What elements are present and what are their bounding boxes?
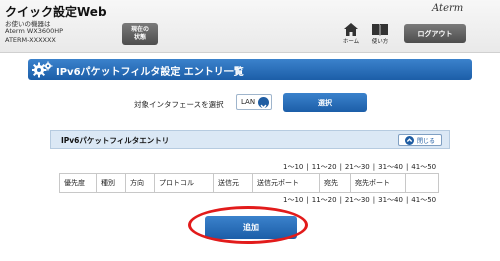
pagination-bottom: 1～10 | 11～20 | 21～30 | 31～40 | 41～50 [283,196,437,204]
current-status-button[interactable]: 現在の 状態 [122,23,158,45]
page-link[interactable]: 41～50 [411,163,436,171]
entry-panel-header: IPv6パケットフィルタエントリ [50,130,450,149]
column-header: 優先度 [59,173,97,193]
help-nav[interactable]: 使い方 [367,23,393,47]
device-name: ATERM-XXXXXX [5,36,56,44]
page-link[interactable]: 1～10 [283,196,303,204]
entry-panel-title: IPv6パケットフィルタエントリ [61,136,170,145]
page-title: IPv6パケットフィルタ設定 エントリ一覧 [56,67,244,78]
select-button[interactable]: 選択 [283,93,367,112]
column-header: 方向 [125,173,155,193]
column-header: 種別 [96,173,126,193]
page-link[interactable]: 11～20 [312,196,337,204]
page-link[interactable]: 21～30 [345,163,370,171]
page-link[interactable]: 41～50 [411,196,436,204]
help-label: 使い方 [371,39,389,45]
chevron-up-icon [404,135,414,145]
book-icon [372,24,388,36]
page-link[interactable]: 31～40 [378,196,403,204]
page-link[interactable]: 31～40 [378,163,403,171]
column-header [405,173,439,193]
page-link[interactable]: 21～30 [345,196,370,204]
collapse-button[interactable]: 閉じる [398,134,442,146]
current-status-label-2: 状態 [133,34,146,41]
table-header-row: 優先度 種別 方向 プロトコル 送信元 送信元ポート 宛先 宛先ポート [59,173,439,193]
column-header: 宛先ポート [350,173,406,193]
add-button[interactable]: 追加 [205,216,297,239]
logout-button[interactable]: ログアウト [404,24,466,43]
column-header: 送信元 [213,173,253,193]
page-link[interactable]: 11～20 [312,163,337,171]
home-nav[interactable]: ホーム [338,23,364,47]
filter-entry-table: 優先度 種別 方向 プロトコル 送信元 送信元ポート 宛先 宛先ポート [59,173,439,193]
pagination-top: 1～10 | 11～20 | 21～30 | 31～40 | 41～50 [283,163,437,171]
interface-select-value: LAN [241,98,256,106]
home-label: ホーム [342,39,360,45]
brand-logo: Aterm [432,3,464,14]
collapse-label: 閉じる [416,137,435,145]
device-model: Aterm WX3600HP [5,27,64,35]
column-header: 送信元ポート [252,173,320,193]
interface-select-label: 対象インタフェースを選択 [134,100,224,109]
header: クイック設定Web お使いの機器は Aterm WX3600HP ATERM-X… [0,0,500,53]
gear-icon [32,61,53,78]
interface-select[interactable]: LAN [236,94,272,110]
page-title-bar: IPv6パケットフィルタ設定 エントリ一覧 [28,59,472,80]
home-icon [344,23,358,36]
page-link[interactable]: 1～10 [283,163,303,171]
current-status-label-1: 現在の [130,26,149,33]
chevron-down-icon [258,97,269,109]
column-header: プロトコル [154,173,214,193]
column-header: 宛先 [319,173,351,193]
